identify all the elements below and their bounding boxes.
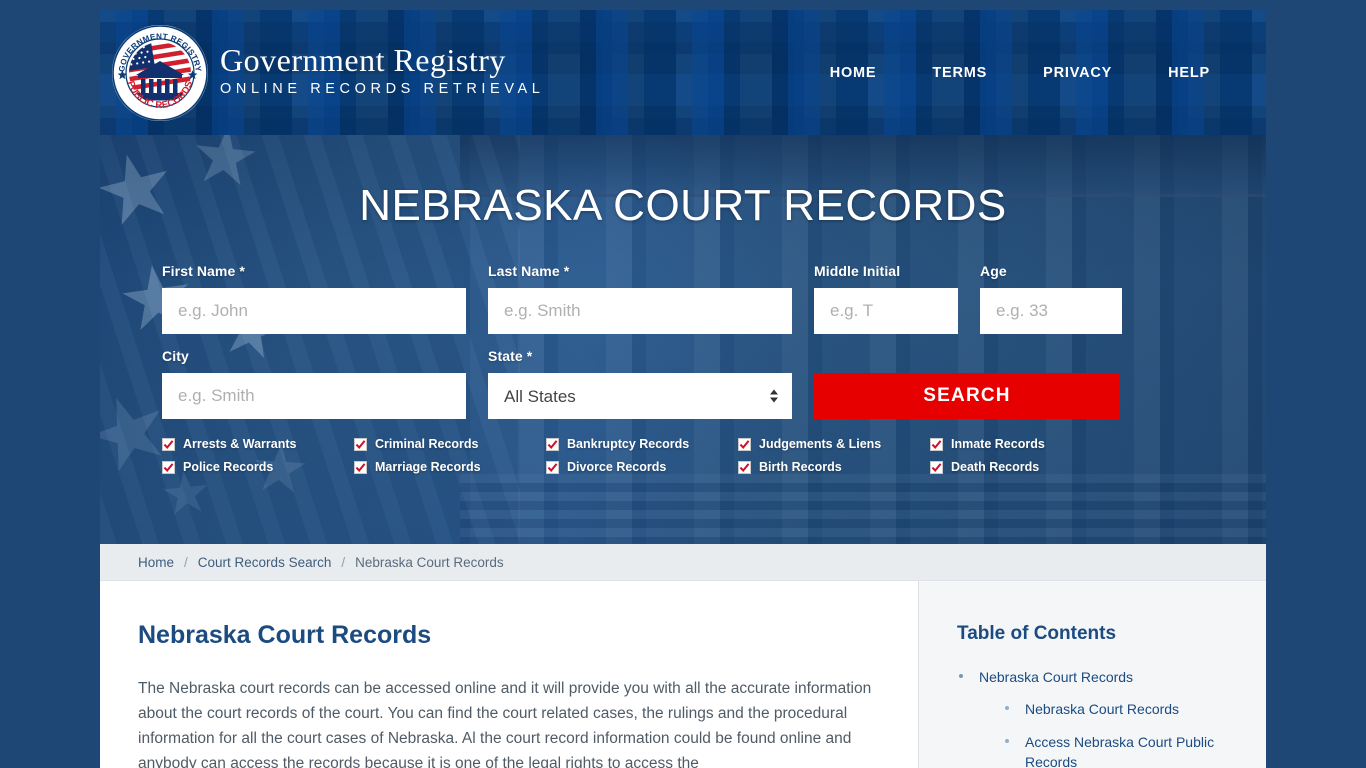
toc-link-nebraska-court-records[interactable]: Nebraska Court Records: [979, 667, 1133, 687]
toc-list: Nebraska Court Records Nebraska Court Re…: [957, 667, 1238, 768]
breadcrumb-item-court-records-search[interactable]: Court Records Search: [198, 555, 332, 570]
checkbox-inmate-records[interactable]: Inmate Records: [930, 437, 1122, 451]
field-city: City: [162, 348, 466, 419]
main-navigation: HOME TERMS PRIVACY HELP: [802, 57, 1266, 89]
checkbox-birth-records[interactable]: Birth Records: [738, 460, 930, 474]
breadcrumb-separator: /: [341, 554, 346, 570]
toc-heading: Table of Contents: [957, 623, 1117, 644]
checkmark-icon: [930, 460, 943, 474]
nav-link-terms[interactable]: TERMS: [904, 57, 1015, 89]
article-main: Nebraska Court Records The Nebraska cour…: [100, 581, 918, 768]
checkmark-icon: [738, 437, 751, 451]
site-logo-subtitle: ONLINE RECORDS RETRIEVAL: [220, 81, 545, 98]
checkbox-bankruptcy-records[interactable]: Bankruptcy Records: [546, 437, 738, 451]
checkmark-icon: [546, 437, 559, 451]
middle-initial-label: Middle Initial: [814, 263, 901, 279]
breadcrumb-item-current: Nebraska Court Records: [355, 554, 504, 570]
checkmark-icon: [162, 437, 175, 451]
checkbox-arrests-warrants[interactable]: Arrests & Warrants: [162, 437, 354, 451]
content-area: Nebraska Court Records The Nebraska cour…: [100, 581, 1266, 768]
field-age: Age: [980, 263, 1122, 334]
last-name-label: Last Name *: [488, 263, 570, 279]
site-logo-badge[interactable]: GOVERNMENT REGISTRY PUBLIC RECORDS: [110, 23, 210, 123]
breadcrumb: Home / Court Records Search / Nebraska C…: [100, 544, 1266, 581]
form-row-names: First Name * Last Name * Middle Initial: [162, 263, 1204, 334]
checkbox-label: Divorce Records: [567, 460, 667, 474]
toc-sublink-access-nebraska-court-public-records[interactable]: Access Nebraska Court Public Records: [1025, 732, 1238, 768]
toc-item[interactable]: Access Nebraska Court Public Records: [1003, 732, 1238, 768]
checkmark-icon: [354, 437, 367, 451]
site-logo-text[interactable]: Government Registry ONLINE RECORDS RETRI…: [220, 41, 545, 102]
checkbox-label: Judgements & Liens: [759, 437, 882, 451]
nav-link-home[interactable]: HOME: [802, 57, 905, 89]
checkbox-label: Marriage Records: [375, 460, 481, 474]
checkbox-police-records[interactable]: Police Records: [162, 460, 354, 474]
field-last-name: Last Name *: [488, 263, 792, 334]
checkbox-label: Bankruptcy Records: [567, 437, 690, 451]
nav-link-help[interactable]: HELP: [1140, 57, 1238, 89]
field-first-name: First Name *: [162, 263, 466, 334]
age-input[interactable]: [980, 288, 1122, 334]
checkbox-label: Death Records: [951, 460, 1040, 474]
page-root: GOVERNMENT REGISTRY PUBLIC RECORDS Gover…: [0, 0, 1366, 768]
site-header: GOVERNMENT REGISTRY PUBLIC RECORDS Gover…: [100, 10, 1266, 135]
checkbox-judgements-liens[interactable]: Judgements & Liens: [738, 437, 930, 451]
first-name-input[interactable]: [162, 288, 466, 334]
records-search-form: First Name * Last Name * Middle Initial: [162, 263, 1204, 474]
record-type-checkbox-group: Arrests & Warrants Criminal Records Bank…: [162, 437, 1204, 474]
first-name-label: First Name *: [162, 263, 245, 279]
checkbox-label: Birth Records: [759, 460, 842, 474]
toc-item[interactable]: Nebraska Court Records Nebraska Court Re…: [957, 667, 1238, 768]
article-heading: Nebraska Court Records: [138, 621, 432, 649]
field-middle-initial: Middle Initial: [814, 263, 958, 334]
breadcrumb-separator: /: [184, 554, 188, 570]
checkbox-label: Criminal Records: [375, 437, 479, 451]
checkmark-icon: [930, 437, 943, 451]
checkbox-death-records[interactable]: Death Records: [930, 460, 1122, 474]
field-state: State * All States: [488, 348, 792, 419]
site-logo-title: Government Registry: [220, 41, 506, 78]
checkbox-label: Arrests & Warrants: [183, 437, 297, 451]
checkmark-icon: [546, 460, 559, 474]
checkbox-marriage-records[interactable]: Marriage Records: [354, 460, 546, 474]
state-select[interactable]: All States: [488, 373, 792, 419]
hero-search-section: ★ ★ ★ ★ ★ ★ ★ NEBRASKA COURT RECORDS Fir…: [100, 135, 1266, 544]
checkbox-label: Inmate Records: [951, 437, 1045, 451]
field-search-action: SEARCH: [814, 348, 1120, 419]
checkmark-icon: [354, 460, 367, 474]
site-container: GOVERNMENT REGISTRY PUBLIC RECORDS Gover…: [100, 10, 1266, 768]
toc-item[interactable]: Nebraska Court Records: [1003, 699, 1238, 719]
checkmark-icon: [738, 460, 751, 474]
state-label: State *: [488, 348, 533, 364]
city-input[interactable]: [162, 373, 466, 419]
age-label: Age: [980, 263, 1007, 279]
checkbox-label: Police Records: [183, 460, 274, 474]
checkmark-icon: [162, 460, 175, 474]
toc-sublist: Nebraska Court Records Access Nebraska C…: [979, 699, 1238, 768]
search-button[interactable]: SEARCH: [814, 373, 1120, 419]
government-registry-seal-icon: GOVERNMENT REGISTRY PUBLIC RECORDS: [112, 24, 208, 121]
article-paragraph: The Nebraska court records can be access…: [138, 680, 872, 768]
form-row-location: City State * All States: [162, 348, 1204, 419]
last-name-input[interactable]: [488, 288, 792, 334]
city-label: City: [162, 348, 189, 364]
table-of-contents: Table of Contents Nebraska Court Records…: [918, 581, 1266, 768]
toc-sublink-nebraska-court-records[interactable]: Nebraska Court Records: [1025, 699, 1179, 719]
page-title: NEBRASKA COURT RECORDS: [359, 181, 1007, 230]
checkbox-divorce-records[interactable]: Divorce Records: [546, 460, 738, 474]
checkbox-criminal-records[interactable]: Criminal Records: [354, 437, 546, 451]
nav-link-privacy[interactable]: PRIVACY: [1015, 57, 1140, 89]
middle-initial-input[interactable]: [814, 288, 958, 334]
breadcrumb-item-home[interactable]: Home: [138, 555, 174, 570]
